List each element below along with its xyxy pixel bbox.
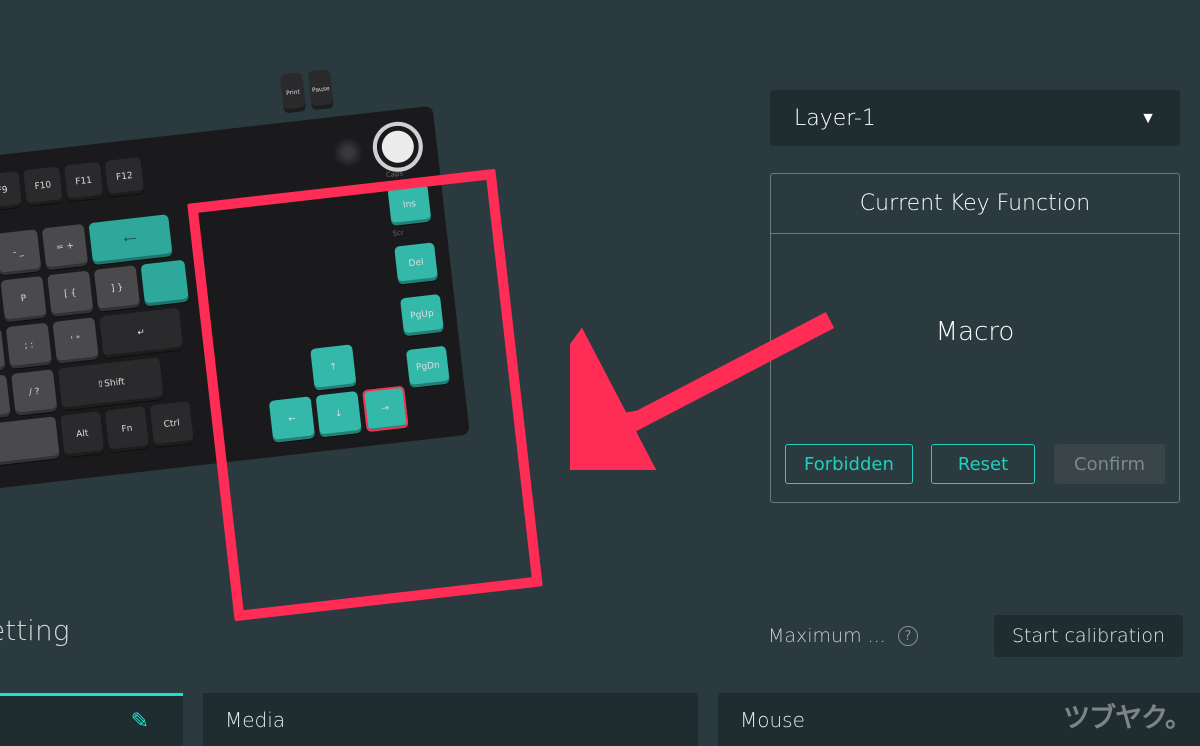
rotary-knob[interactable] [370,119,425,174]
forbidden-button[interactable]: Forbidden [785,444,913,484]
tab-custom[interactable]: ✎ [0,693,183,746]
key-period[interactable]: . > [0,375,11,421]
key-f9[interactable]: F9 [0,171,22,211]
key-fn[interactable]: Fn [105,406,149,452]
key-quote[interactable]: ' " [52,317,98,363]
key-p[interactable]: P [0,276,46,322]
keyboard-vent [332,136,365,169]
key-space[interactable] [0,416,60,467]
tab-mouse-label: Mouse [740,708,805,732]
watermark: ツブヤク。 [1063,696,1191,735]
bottom-tabs: ✎ Media Mouse [0,693,1200,746]
key-backslash[interactable] [141,260,189,307]
key-rctrl[interactable]: Ctrl [150,401,194,447]
pencil-icon: ✎ [131,709,149,734]
key-f12[interactable]: F12 [105,157,145,197]
key-f11[interactable]: F11 [64,162,104,202]
ckf-actions: Forbidden Reset Confirm [771,430,1179,502]
scr-label: Scr [392,225,433,242]
layer-select[interactable]: Layer-1 ▼ [770,90,1180,146]
layer-select-label: Layer-1 [794,106,876,131]
key-del[interactable]: Del [394,242,438,284]
key-lbracket[interactable]: [ { [47,271,93,317]
calibration-row: Maximum ... ? Start calibration [768,614,1183,658]
key-print[interactable]: Print [280,72,306,112]
ckf-value: Macro [771,234,1179,430]
ckf-title: Current Key Function [771,174,1179,234]
key-enter[interactable]: ↵ [99,308,183,359]
key-minus[interactable]: - _ [0,229,42,275]
key-pgup[interactable]: PgUp [400,294,444,336]
key-equals[interactable]: = + [42,224,88,270]
reset-button[interactable]: Reset [931,444,1035,484]
confirm-button: Confirm [1054,444,1165,484]
key-arrow-down[interactable]: ↓ [315,391,361,437]
key-backspace[interactable]: ⟵ [88,214,172,265]
key-rbracket[interactable]: ] } [94,265,140,311]
keyboard-display[interactable]: Print Pause F8 F9 F10 F11 F12 0 ) - _ = … [0,57,480,492]
setting-section-title: etting [0,614,70,647]
help-icon[interactable]: ? [898,626,918,646]
tab-media[interactable]: Media [203,693,698,746]
key-ins[interactable]: Ins [387,184,431,226]
key-f10[interactable]: F10 [23,166,63,206]
key-ralt[interactable]: Alt [60,411,104,457]
key-slash[interactable]: / ? [11,369,57,415]
key-pgdn[interactable]: PgDn [406,346,450,388]
start-calibration-button[interactable]: Start calibration [994,615,1183,657]
maximum-label: Maximum ... [768,625,886,647]
current-key-function-panel: Current Key Function Macro Forbidden Res… [770,173,1180,503]
key-pause[interactable]: Pause [308,69,334,109]
key-semicolon[interactable]: ; : [6,323,52,369]
key-rshift[interactable]: ⇧Shift [58,357,164,410]
chevron-down-icon: ▼ [1140,108,1156,128]
key-arrow-up[interactable]: ↑ [310,344,356,390]
key-arrow-left[interactable]: ← [269,396,315,442]
key-l[interactable]: L [0,328,6,374]
tab-media-label: Media [225,708,285,732]
key-arrow-right[interactable]: → [362,386,408,432]
